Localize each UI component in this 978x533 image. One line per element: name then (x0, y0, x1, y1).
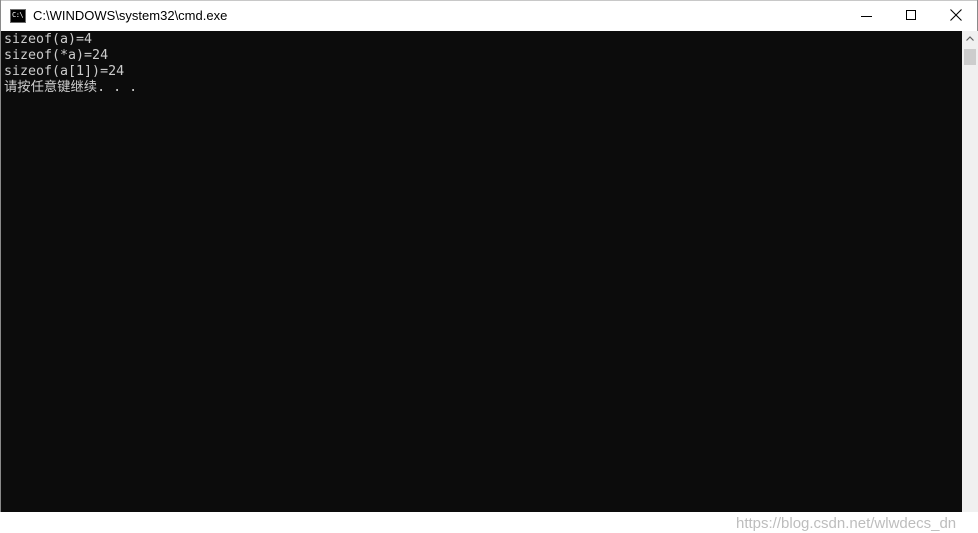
watermark-url: https://blog.csdn.net/wlwdecs_dn (736, 515, 957, 532)
minimize-icon (861, 16, 872, 17)
maximize-icon (906, 10, 916, 20)
cmd-window: C:\ C:\WINDOWS\system32\cmd.exe sizeof(a… (0, 0, 978, 532)
title-bar[interactable]: C:\ C:\WINDOWS\system32\cmd.exe (1, 0, 977, 31)
chevron-up-icon (966, 36, 974, 41)
close-icon (950, 9, 962, 21)
console-line: sizeof(a)=4 (4, 32, 93, 47)
console-line: sizeof(a[1])=24 (4, 64, 125, 79)
window-title: C:\WINDOWS\system32\cmd.exe (33, 8, 228, 23)
console-prompt-line: 请按任意键继续. . . (4, 80, 138, 95)
maximize-button[interactable] (889, 1, 934, 31)
console-line: sizeof(*a)=24 (4, 48, 109, 63)
console-output[interactable]: sizeof(a)=4 sizeof(*a)=24 sizeof(a[1])=2… (2, 31, 962, 532)
cmd-icon[interactable]: C:\ (10, 9, 26, 23)
vertical-scrollbar[interactable] (962, 31, 978, 512)
close-button[interactable] (934, 1, 978, 31)
minimize-button[interactable] (844, 1, 889, 31)
scroll-thumb[interactable] (964, 49, 976, 65)
scroll-up-button[interactable] (962, 31, 978, 47)
cmd-icon-text: C:\ (12, 11, 24, 19)
